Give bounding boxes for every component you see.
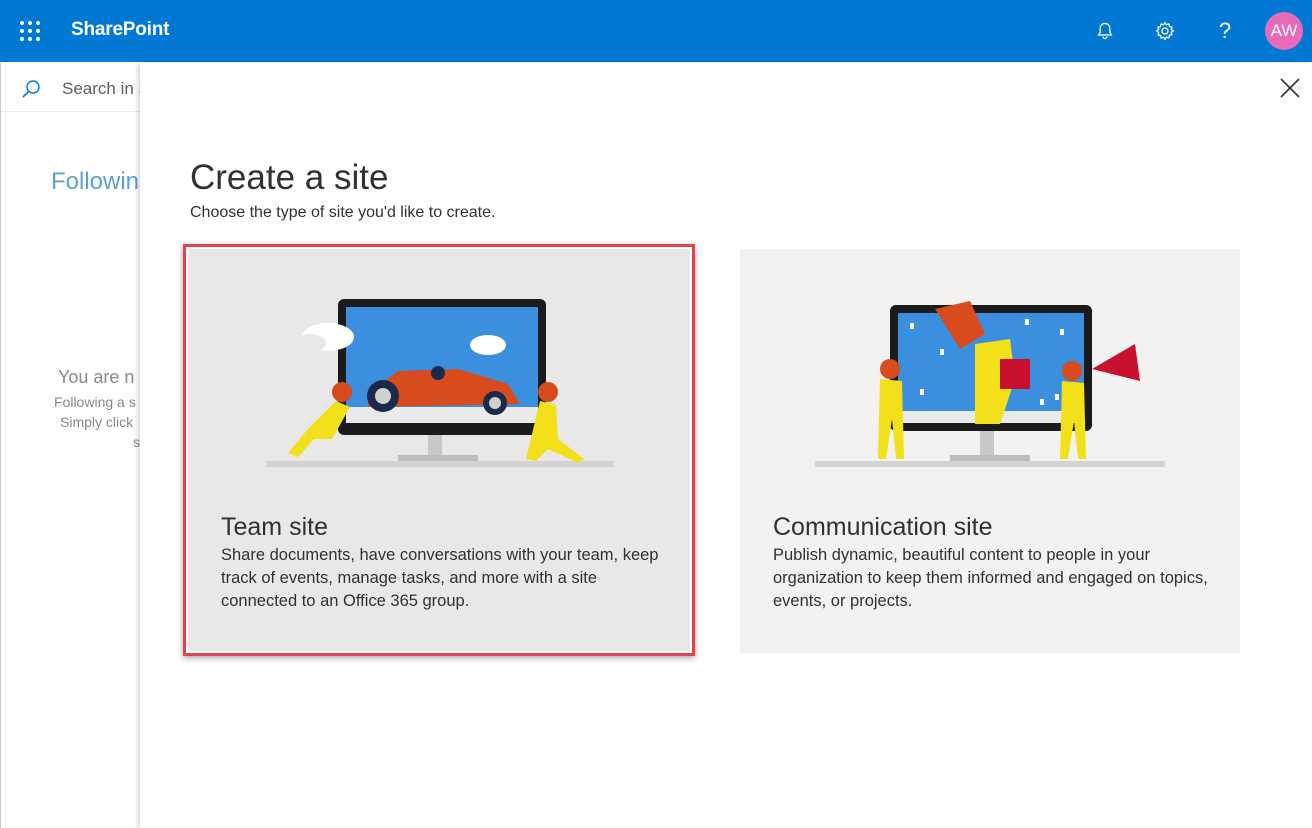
help-glyph: ? [1218, 18, 1232, 43]
card-title: Team site [221, 513, 328, 541]
empty-state-line: s [133, 434, 140, 450]
app-brand[interactable]: SharePoint [71, 19, 170, 41]
avatar[interactable]: AW [1265, 12, 1303, 50]
bell-icon[interactable] [1092, 18, 1118, 44]
communication-site-card[interactable]: Communication site Publish dynamic, beau… [740, 249, 1240, 653]
search-placeholder: Search in S [62, 79, 140, 98]
panel-subtitle: Choose the type of site you'd like to cr… [190, 204, 496, 221]
following-heading: Followin [51, 168, 140, 195]
card-description: Publish dynamic, beautiful content to pe… [773, 546, 1208, 610]
gear-icon[interactable] [1152, 18, 1178, 44]
empty-state-line: Simply click [60, 414, 134, 430]
empty-state-line: Following a s [54, 394, 136, 410]
team-site-illustration [266, 299, 614, 467]
divider [0, 63, 1, 828]
search-icon [22, 80, 40, 98]
search-box[interactable]: Search in S [0, 63, 140, 112]
team-site-card[interactable]: Team site Share documents, have conversa… [183, 244, 695, 656]
app-launcher-icon[interactable] [20, 21, 40, 41]
card-title: Communication site [773, 513, 993, 541]
communication-site-illustration [815, 301, 1165, 467]
suite-bar: SharePoint ? AW [0, 0, 1312, 62]
empty-state-title: You are n [58, 367, 135, 387]
panel-title: Create a site [190, 158, 389, 197]
close-icon[interactable] [1278, 76, 1302, 100]
card-description: Share documents, have conversations with… [221, 546, 659, 610]
help-icon[interactable]: ? [1212, 18, 1238, 44]
background-page: Search in S Followin You are n Following… [0, 63, 140, 828]
